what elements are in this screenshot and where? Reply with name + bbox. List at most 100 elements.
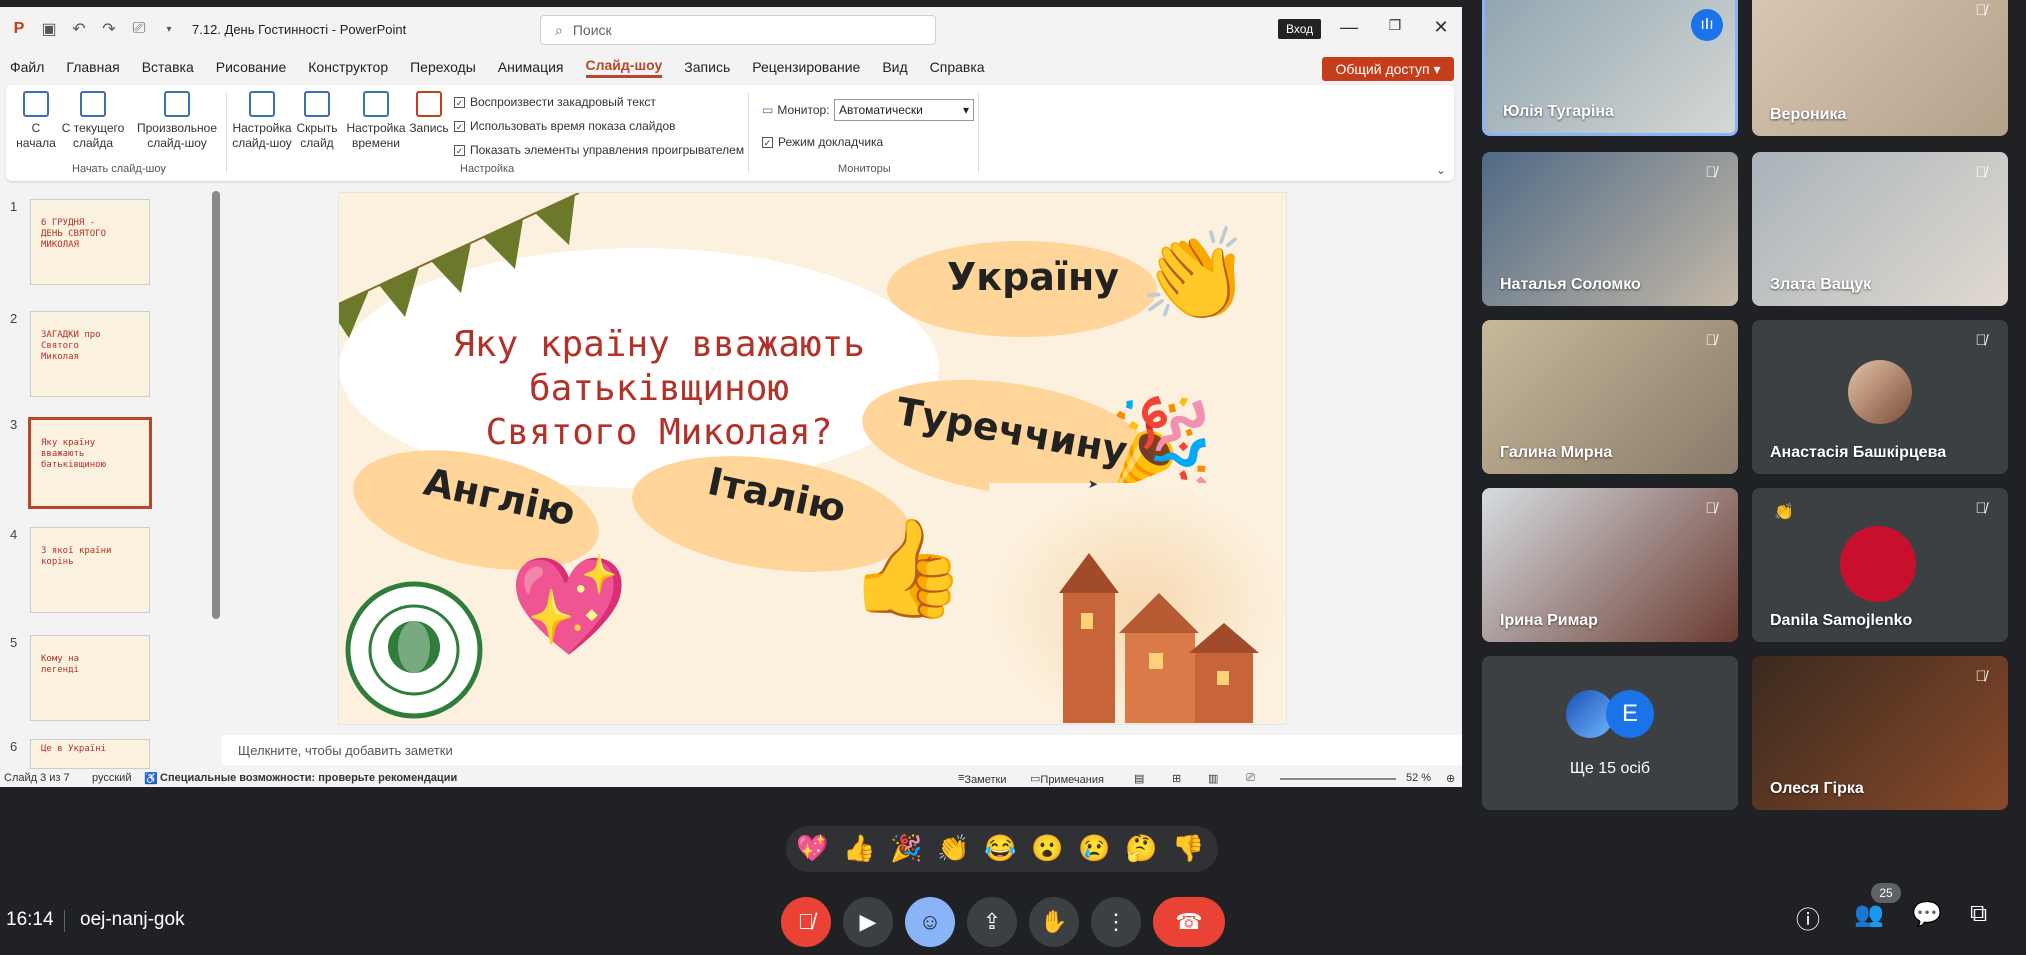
collapse-ribbon-icon[interactable]: ⌄ bbox=[1436, 163, 1446, 177]
custom-show-button[interactable]: Произвольное слайд-шоу bbox=[132, 91, 222, 151]
sign-in-button[interactable]: Вход bbox=[1278, 19, 1322, 39]
customize-toolbar-icon[interactable]: ▾ bbox=[154, 14, 184, 44]
chat-icon[interactable]: 💬 bbox=[1912, 900, 1942, 929]
notes-button[interactable]: ≡ Заметки bbox=[958, 772, 1007, 786]
narration-checkbox[interactable]: ✓ Воспроизвести закадровый текст bbox=[454, 95, 656, 109]
participant-tile[interactable]: 🎙̸ Наталья Соломко bbox=[1482, 152, 1738, 306]
tab-file[interactable]: Файл bbox=[10, 59, 44, 75]
comments-button[interactable]: ▭ Примечания bbox=[1030, 772, 1104, 786]
reaction-thinking[interactable]: 🤔 bbox=[1125, 833, 1157, 864]
reaction-sad[interactable]: 😢 bbox=[1078, 833, 1110, 864]
maximize-icon[interactable]: ❐ bbox=[1380, 17, 1410, 41]
clapping-hands-icon: 👏 bbox=[1139, 226, 1252, 326]
tab-draw[interactable]: Рисование bbox=[216, 59, 287, 75]
play-icon bbox=[23, 91, 49, 117]
hide-slide-icon bbox=[304, 91, 330, 117]
participant-tile[interactable]: 🎙̸ Злата Ващук bbox=[1752, 152, 2008, 306]
question-line-2: батьківщиною bbox=[528, 368, 790, 409]
present-icon: ⇪ bbox=[982, 909, 1002, 934]
slide-thumbnail-selected[interactable]: Яку країну вважають батьківщиною bbox=[28, 417, 152, 509]
zoom-slider[interactable] bbox=[1280, 778, 1396, 780]
tab-transitions[interactable]: Переходы bbox=[410, 59, 476, 75]
participant-tile[interactable]: ıIı Юлія Тугаріна bbox=[1482, 0, 1738, 136]
zoom-level[interactable]: 52 % bbox=[1406, 772, 1431, 784]
reaction-thumbs-down[interactable]: 👎 bbox=[1172, 833, 1204, 864]
clap-reaction-icon: 👏 bbox=[1774, 504, 1794, 521]
participant-tile[interactable]: 🎙̸ Вероника bbox=[1752, 0, 2008, 136]
mic-toggle-button[interactable]: 🎙̸ bbox=[781, 897, 831, 947]
slide-thumbnail[interactable]: Кому на легенді bbox=[30, 635, 150, 721]
participant-tile[interactable]: 👏 🎙̸ Danila Samojlenko bbox=[1752, 488, 2008, 642]
people-icon[interactable]: 👥 bbox=[1854, 900, 1884, 929]
reaction-surprised[interactable]: 😮 bbox=[1031, 833, 1063, 864]
minimize-icon[interactable]: — bbox=[1334, 17, 1364, 41]
slideshow-view-icon[interactable]: ⎚ bbox=[1246, 772, 1255, 785]
tab-record[interactable]: Запись bbox=[684, 59, 730, 75]
rehearse-timings-button[interactable]: Настройка времени bbox=[346, 91, 406, 151]
monitor-select[interactable]: Автоматически ▾ bbox=[834, 99, 974, 121]
tab-insert[interactable]: Вставка bbox=[142, 59, 194, 75]
from-start-button[interactable]: С начала bbox=[14, 91, 58, 151]
reading-view-icon[interactable]: ▥ bbox=[1208, 772, 1218, 785]
tab-help[interactable]: Справка bbox=[930, 59, 985, 75]
from-current-button[interactable]: С текущего слайда bbox=[58, 91, 128, 151]
participant-name: Наталья Соломко bbox=[1500, 276, 1641, 293]
leave-call-button[interactable]: ☎ bbox=[1153, 897, 1225, 947]
people-count-badge: 25 bbox=[1871, 883, 1901, 903]
slideshow-quick-icon[interactable]: ⎚ bbox=[124, 14, 154, 44]
reactions-button[interactable]: ☺ bbox=[905, 897, 955, 947]
more-participants-tile[interactable]: E Ще 15 осіб bbox=[1482, 656, 1738, 810]
more-options-button[interactable]: ⋮ bbox=[1091, 897, 1141, 947]
custom-show-icon bbox=[164, 91, 190, 117]
slide-sorter-icon[interactable]: ⊞ bbox=[1172, 772, 1181, 785]
slide-thumbnail[interactable]: З якої країни корінь bbox=[30, 527, 150, 613]
participant-tile[interactable]: 🎙̸ Галина Мирна bbox=[1482, 320, 1738, 474]
answer-ukraine[interactable]: Україну bbox=[947, 255, 1119, 299]
search-input[interactable]: ⌕ Поиск bbox=[540, 15, 936, 45]
participant-tile[interactable]: 🎙̸ Олеся Гірка bbox=[1752, 656, 2008, 810]
slide-canvas[interactable]: Яку країну вважають батьківщиною Святого… bbox=[338, 192, 1287, 725]
reaction-heart[interactable]: 💖 bbox=[796, 833, 828, 864]
participant-tile[interactable]: 🎙̸ Анастасія Башкірцева bbox=[1752, 320, 2008, 474]
share-button[interactable]: Общий доступ ▾ bbox=[1322, 57, 1454, 81]
sparkling-heart-icon: 💖 bbox=[509, 553, 629, 660]
tab-home[interactable]: Главная bbox=[66, 59, 119, 75]
record-button[interactable]: Запись bbox=[406, 91, 452, 136]
tab-animation[interactable]: Анимация bbox=[498, 59, 564, 75]
tab-slideshow[interactable]: Слайд-шоу bbox=[585, 57, 663, 78]
slide-thumbnail[interactable]: 6 ГРУДНЯ - ДЕНЬ СВЯТОГО МИКОЛАЯ bbox=[30, 199, 150, 285]
divider bbox=[748, 93, 749, 173]
reaction-thumbs-up[interactable]: 👍 bbox=[843, 833, 875, 864]
thumbnail-scrollbar[interactable] bbox=[212, 191, 220, 619]
use-timings-checkbox[interactable]: ✓ Использовать время показа слайдов bbox=[454, 119, 676, 133]
present-screen-button[interactable]: ⇪ bbox=[967, 897, 1017, 947]
media-controls-checkbox[interactable]: ✓ Показать элементы управления проигрыват… bbox=[454, 143, 744, 157]
camera-toggle-button[interactable]: ▶ bbox=[843, 897, 893, 947]
reaction-laugh[interactable]: 😂 bbox=[984, 833, 1016, 864]
tab-review[interactable]: Рецензирование bbox=[752, 59, 860, 75]
activities-icon[interactable]: ⧉ bbox=[1970, 900, 1987, 928]
close-icon[interactable]: ✕ bbox=[1426, 17, 1456, 41]
fit-window-icon[interactable]: ⊕ bbox=[1446, 772, 1455, 785]
hide-slide-button[interactable]: Скрыть слайд bbox=[294, 91, 340, 151]
redo-icon[interactable]: ↷ bbox=[94, 14, 124, 44]
notes-input[interactable]: Щелкните, чтобы добавить заметки bbox=[222, 735, 1462, 765]
record-icon bbox=[416, 91, 442, 117]
presenter-view-checkbox[interactable]: ✓ Режим докладчика bbox=[762, 135, 883, 149]
reaction-clap[interactable]: 👏 bbox=[937, 833, 969, 864]
tab-view[interactable]: Вид bbox=[882, 59, 907, 75]
undo-icon[interactable]: ↶ bbox=[64, 14, 94, 44]
normal-view-icon[interactable]: ▤ bbox=[1134, 772, 1144, 785]
thumbnail-number: 1 bbox=[10, 199, 18, 214]
setup-show-button[interactable]: Настройка слайд-шоу bbox=[230, 91, 294, 151]
language[interactable]: русский bbox=[92, 772, 131, 784]
accessibility-status[interactable]: Специальные возможности: проверьте реком… bbox=[160, 772, 457, 784]
tab-design[interactable]: Конструктор bbox=[308, 59, 388, 75]
slide-thumbnail[interactable]: ЗАГАДКИ про Святого Миколая bbox=[30, 311, 150, 397]
reaction-party[interactable]: 🎉 bbox=[890, 833, 922, 864]
save-icon[interactable]: ▣ bbox=[34, 14, 64, 44]
info-icon[interactable]: ⓘ bbox=[1796, 900, 1820, 935]
participant-tile[interactable]: 🎙̸ Ірина Римар bbox=[1482, 488, 1738, 642]
slide-thumbnail[interactable]: Це в Україні bbox=[30, 739, 150, 769]
raise-hand-button[interactable]: ✋ bbox=[1029, 897, 1079, 947]
